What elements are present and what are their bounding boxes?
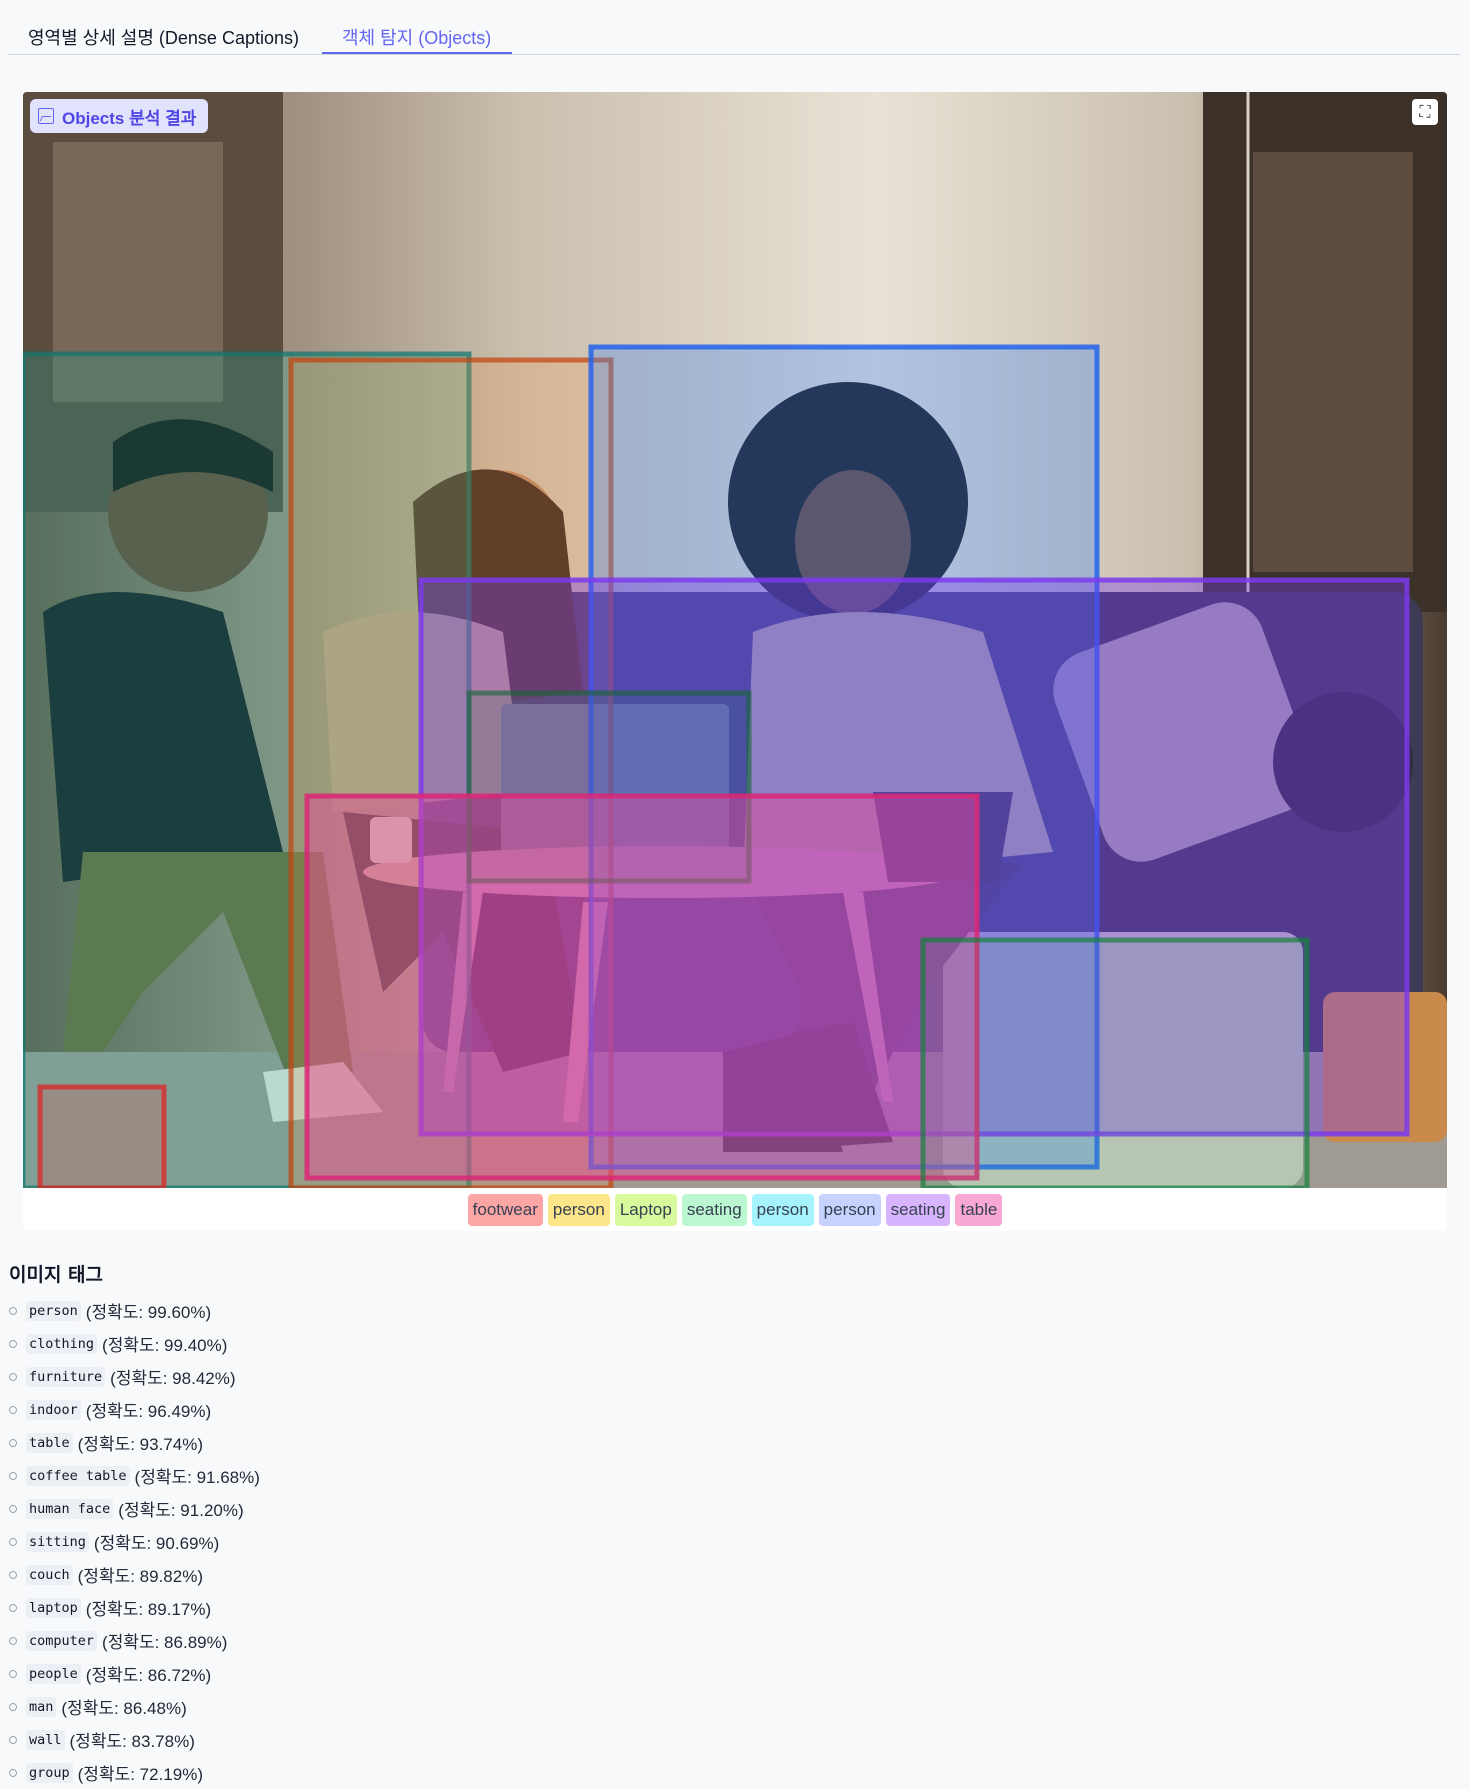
legend-chip-person: person: [818, 1194, 881, 1226]
tag-confidence: (정확도: 96.49%): [85, 1402, 212, 1421]
list-item: table (정확도: 93.74%): [9, 1426, 260, 1459]
tag-name: wall: [26, 1729, 65, 1750]
tag-confidence: (정확도: 83.78%): [69, 1732, 195, 1751]
image-tags-list: person (정확도: 99.60%) clothing (정확도: 99.40%…: [9, 1294, 260, 1789]
objects-result-label: Objects 분석 결과: [62, 108, 197, 128]
legend-chip-seating: seating: [885, 1194, 951, 1226]
bullet-icon: [9, 1438, 17, 1447]
list-item: sitting (정확도: 90.69%): [9, 1525, 260, 1558]
legend-chip-person: person: [751, 1194, 814, 1226]
image-icon: [38, 108, 54, 124]
bullet-icon: [9, 1603, 17, 1612]
bullet-icon: [9, 1735, 17, 1744]
tag-confidence: (정확도: 93.74%): [77, 1435, 203, 1454]
legend-chip-seating: seating: [681, 1194, 747, 1226]
expand-icon[interactable]: ⛶: [1412, 99, 1438, 125]
list-item: group (정확도: 72.19%): [9, 1756, 260, 1789]
tag-name: coffee table: [26, 1465, 130, 1486]
tag-name: man: [26, 1696, 57, 1717]
tag-confidence: (정확도: 99.60%): [85, 1303, 212, 1322]
list-item: indoor (정확도: 96.49%): [9, 1393, 260, 1426]
tag-name: computer: [26, 1630, 98, 1651]
bullet-icon: [9, 1504, 17, 1513]
list-item: couch (정확도: 89.82%): [9, 1558, 260, 1591]
tag-name: person: [26, 1300, 81, 1321]
tag-name: people: [26, 1663, 81, 1684]
list-item: laptop (정확도: 89.17%): [9, 1591, 260, 1624]
tag-confidence: (정확도: 91.20%): [118, 1501, 244, 1520]
bullet-icon: [9, 1570, 17, 1579]
bullet-icon: [9, 1405, 17, 1414]
bullet-icon: [9, 1702, 17, 1711]
analyzed-photo: Objects 분석 결과 ⛶: [23, 92, 1447, 1188]
tag-confidence: (정확도: 90.69%): [93, 1534, 220, 1553]
tag-name: laptop: [26, 1597, 81, 1618]
list-item: wall (정확도: 83.78%): [9, 1723, 260, 1756]
tab-dense-captions[interactable]: 영역별 상세 설명 (Dense Captions): [8, 14, 314, 54]
bullet-icon: [9, 1471, 17, 1480]
tag-confidence: (정확도: 86.72%): [85, 1666, 212, 1685]
legend-chip-footwear: footwear: [467, 1194, 543, 1226]
legend-chip-person: person: [547, 1194, 610, 1226]
tag-name: sitting: [26, 1531, 89, 1552]
bullet-icon: [9, 1669, 17, 1678]
image-tags-heading: 이미지 태그: [9, 1264, 104, 1286]
legend-chip-laptop: Laptop: [614, 1194, 677, 1226]
list-item: human face (정확도: 91.20%): [9, 1492, 260, 1525]
objects-result-badge: Objects 분석 결과: [30, 99, 209, 133]
tag-name: indoor: [26, 1399, 81, 1420]
tag-name: clothing: [26, 1333, 98, 1354]
bullet-icon: [9, 1537, 17, 1546]
tag-name: table: [26, 1432, 73, 1453]
tag-confidence: (정확도: 72.19%): [77, 1765, 203, 1784]
list-item: furniture (정확도: 98.42%): [9, 1360, 260, 1393]
tag-name: furniture: [26, 1366, 106, 1387]
bullet-icon: [9, 1636, 17, 1645]
list-item: person (정확도: 99.60%): [9, 1294, 260, 1327]
bullet-icon: [9, 1306, 17, 1315]
bullet-icon: [9, 1339, 17, 1348]
tag-confidence: (정확도: 86.89%): [102, 1633, 228, 1652]
objects-result-panel: Objects 분석 결과 ⛶ footwear person Laptop s…: [23, 92, 1447, 1231]
tag-confidence: (정확도: 98.42%): [110, 1369, 236, 1388]
bullet-icon: [9, 1372, 17, 1381]
tag-name: couch: [26, 1564, 73, 1585]
detection-legend: footwear person Laptop seating person pe…: [23, 1194, 1447, 1226]
tag-confidence: (정확도: 89.82%): [77, 1567, 203, 1586]
list-item: computer (정확도: 86.89%): [9, 1624, 260, 1657]
tag-confidence: (정확도: 99.40%): [102, 1336, 228, 1355]
tab-bar: 영역별 상세 설명 (Dense Captions) 객체 탐지 (Object…: [8, 0, 1460, 55]
bullet-icon: [9, 1768, 17, 1777]
list-item: coffee table (정확도: 91.68%): [9, 1459, 260, 1492]
tab-objects[interactable]: 객체 탐지 (Objects): [322, 14, 512, 54]
tag-confidence: (정확도: 89.17%): [85, 1600, 212, 1619]
list-item: man (정확도: 86.48%): [9, 1690, 260, 1723]
tag-name: human face: [26, 1498, 114, 1519]
photo-illustration: [23, 92, 1447, 1188]
legend-chip-table: table: [955, 1194, 1003, 1226]
list-item: people (정확도: 86.72%): [9, 1657, 260, 1690]
list-item: clothing (정확도: 99.40%): [9, 1327, 260, 1360]
tag-confidence: (정확도: 91.68%): [134, 1468, 260, 1487]
tag-confidence: (정확도: 86.48%): [61, 1699, 187, 1718]
